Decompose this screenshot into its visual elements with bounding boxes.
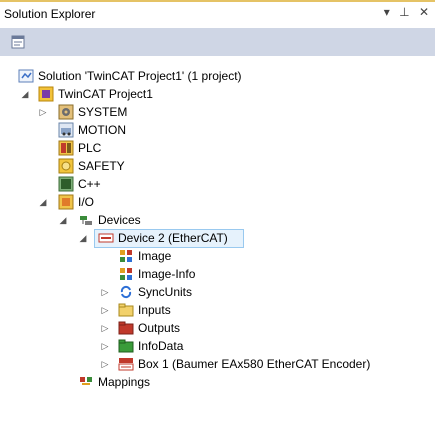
tree-row-inputs[interactable]: ▷ Inputs xyxy=(0,301,435,319)
pin-icon[interactable]: ⊥ xyxy=(399,5,409,19)
tree-label-system: SYSTEM xyxy=(78,105,128,119)
tree-row-plc[interactable]: PLC xyxy=(0,139,435,157)
io-icon xyxy=(58,194,74,210)
expand-arrow-icon[interactable]: ▷ xyxy=(100,337,110,355)
tree-row-safety[interactable]: SAFETY xyxy=(0,157,435,175)
tree-label-motion: MOTION xyxy=(78,123,126,137)
tree-row-infodata[interactable]: ▷ InfoData xyxy=(0,337,435,355)
tree-label-cpp: C++ xyxy=(78,177,101,191)
tree-label-io: I/O xyxy=(78,195,95,209)
motion-icon xyxy=(58,122,74,138)
tree-label-outputs: Outputs xyxy=(138,321,181,335)
syncunits-icon xyxy=(120,285,132,299)
expand-arrow-icon[interactable]: ▷ xyxy=(100,319,110,337)
cpp-icon xyxy=(58,176,74,192)
tree-row-image[interactable]: Image xyxy=(0,247,435,265)
ethercat-box-icon xyxy=(118,358,134,371)
infodata-icon xyxy=(118,339,134,353)
tree-label-mappings: Mappings xyxy=(98,375,151,389)
tree-label-safety: SAFETY xyxy=(78,159,125,173)
tree-label-box1: Box 1 (Baumer EAx580 EtherCAT Encoder) xyxy=(138,357,371,371)
tree-label-syncunits: SyncUnits xyxy=(138,285,193,299)
tree-row-syncunits[interactable]: ▷ SyncUnits xyxy=(0,283,435,301)
tree-row-outputs[interactable]: ▷ Outputs xyxy=(0,319,435,337)
tree-label-image-info: Image-Info xyxy=(138,267,196,281)
tree-label-devices: Devices xyxy=(98,213,141,227)
tree-label-plc: PLC xyxy=(78,141,102,155)
panel-title: Solution Explorer xyxy=(4,7,96,21)
panel-titlebar: Solution Explorer ▾ ⊥ ✕ xyxy=(0,0,435,28)
collapse-arrow-icon[interactable]: ◢ xyxy=(20,85,30,103)
expand-arrow-icon[interactable]: ▷ xyxy=(100,283,110,301)
tree-label-infodata: InfoData xyxy=(138,339,184,353)
tree-row-devices[interactable]: ◢ Devices xyxy=(0,211,435,229)
image-info-icon xyxy=(120,268,132,280)
outputs-icon xyxy=(118,321,134,335)
dropdown-icon[interactable]: ▾ xyxy=(384,5,390,19)
collapse-arrow-icon[interactable]: ◢ xyxy=(78,229,88,247)
tree-row-mappings[interactable]: Mappings xyxy=(0,373,435,391)
mappings-icon xyxy=(80,377,92,385)
tree-row-io[interactable]: ◢ I/O xyxy=(0,193,435,211)
expand-arrow-icon[interactable]: ▷ xyxy=(100,301,110,319)
solution-tree: Solution 'TwinCAT Project1' (1 project) … xyxy=(0,56,435,443)
tree-label-solution: Solution 'TwinCAT Project1' (1 project) xyxy=(38,69,242,83)
tree-label-device2: Device 2 (EtherCAT) xyxy=(118,231,228,245)
panel-controls: ▾ ⊥ ✕ xyxy=(378,5,429,19)
tree-row-image-info[interactable]: Image-Info xyxy=(0,265,435,283)
tree-row-solution[interactable]: Solution 'TwinCAT Project1' (1 project) xyxy=(0,67,435,85)
tree-label-project: TwinCAT Project1 xyxy=(58,87,153,101)
twincat-project-icon xyxy=(38,86,54,102)
inputs-icon xyxy=(118,303,134,317)
toolbar xyxy=(0,28,435,57)
tree-row-device2[interactable]: ◢ Device 2 (EtherCAT) xyxy=(0,229,435,248)
tree-row-project[interactable]: ◢ TwinCAT Project1 xyxy=(0,85,435,103)
system-icon xyxy=(58,104,74,120)
close-icon[interactable]: ✕ xyxy=(419,5,429,19)
plc-icon xyxy=(58,140,74,156)
collapse-arrow-icon[interactable]: ◢ xyxy=(38,193,48,211)
tree-label-image: Image xyxy=(138,249,172,263)
tree-row-motion[interactable]: MOTION xyxy=(0,121,435,139)
expand-arrow-icon[interactable]: ▷ xyxy=(38,103,48,121)
expand-arrow-icon[interactable]: ▷ xyxy=(100,355,110,373)
devices-icon xyxy=(80,216,92,225)
solution-icon xyxy=(18,69,34,83)
properties-icon xyxy=(11,35,25,49)
collapse-arrow-icon[interactable]: ◢ xyxy=(58,211,68,229)
tree-row-box1[interactable]: ▷ Box 1 (Baumer EAx580 EtherCAT Encoder) xyxy=(0,355,435,373)
tree-row-system[interactable]: ▷ SYSTEM xyxy=(0,103,435,121)
properties-button[interactable] xyxy=(10,34,26,50)
safety-icon xyxy=(58,158,74,174)
ethercat-device-icon xyxy=(98,233,114,243)
tree-label-inputs: Inputs xyxy=(138,303,171,317)
tree-row-cpp[interactable]: C++ xyxy=(0,175,435,193)
image-icon xyxy=(120,250,132,262)
